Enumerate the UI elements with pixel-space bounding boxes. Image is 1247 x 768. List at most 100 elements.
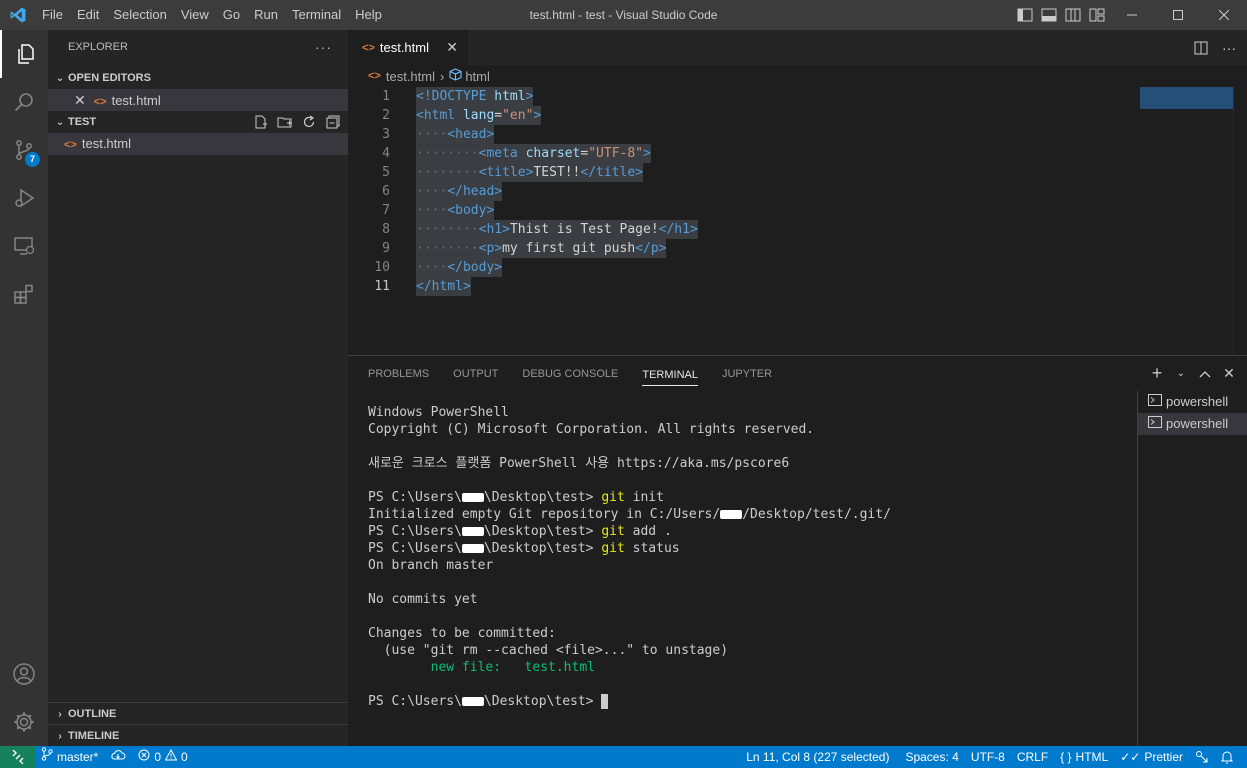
tab-terminal[interactable]: TERMINAL	[642, 356, 698, 386]
code-text: </html>	[416, 277, 471, 296]
terminal-line: Changes to be committed:	[368, 626, 556, 641]
redacted-username	[461, 527, 484, 536]
html-file-icon: <>	[64, 139, 77, 151]
chevron-down-icon[interactable]: ⌄	[1173, 366, 1189, 382]
menu-bar: File Edit Selection View Go Run Terminal…	[35, 0, 389, 30]
prettier-status[interactable]: ✓✓ Prettier	[1114, 746, 1189, 768]
file-name: test.html	[81, 136, 131, 151]
open-editor-item[interactable]: ✕ <> test.html	[48, 89, 348, 111]
outline-section[interactable]: › OUTLINE	[48, 702, 348, 724]
tab-jupyter[interactable]: JUPYTER	[722, 356, 772, 391]
folder-section-test[interactable]: ⌄ TEST	[48, 111, 348, 133]
folder-label: TEST	[68, 116, 97, 128]
file-item-test-html[interactable]: <> test.html	[48, 133, 348, 155]
code-line: 11 </html>	[348, 277, 1138, 296]
open-editors-section[interactable]: ⌄ OPEN EDITORS	[48, 67, 348, 89]
encoding[interactable]: UTF-8	[965, 746, 1011, 768]
scm-badge: 7	[25, 152, 40, 167]
close-editor-icon[interactable]: ✕	[74, 92, 86, 108]
line-number: 8	[382, 222, 390, 237]
menu-view[interactable]: View	[174, 0, 216, 30]
code-editor[interactable]: 1 <!DOCTYPE html> 2 <html lang="en"> 3 ····<h…	[348, 87, 1247, 355]
language-mode[interactable]: { } HTML	[1054, 746, 1114, 768]
breadcrumb-symbol[interactable]: html	[465, 69, 490, 84]
feedback-icon[interactable]	[1189, 746, 1215, 768]
terminal-line: On branch master	[368, 558, 494, 573]
search-icon[interactable]	[0, 78, 48, 126]
toggle-panel-icon[interactable]	[1039, 5, 1059, 25]
close-window-icon[interactable]	[1201, 0, 1247, 30]
line-number: 6	[382, 184, 390, 199]
tab-output[interactable]: OUTPUT	[453, 356, 498, 391]
menu-terminal[interactable]: Terminal	[285, 0, 348, 30]
maximize-icon[interactable]	[1155, 0, 1201, 30]
terminal-line: new file: test.html	[430, 660, 595, 675]
cursor-position[interactable]: Ln 11, Col 8 (227 selected)	[740, 746, 895, 768]
language-label: HTML	[1075, 750, 1109, 764]
close-tab-icon[interactable]: ✕	[446, 39, 458, 56]
notifications-bell-icon[interactable]	[1215, 746, 1239, 768]
toggle-sidebar-icon[interactable]	[1015, 5, 1035, 25]
terminal-name: powershell	[1166, 416, 1229, 431]
refresh-icon[interactable]	[300, 113, 318, 131]
breadcrumb: <> test.html › html	[348, 65, 1247, 87]
menu-edit[interactable]: Edit	[70, 0, 106, 30]
code-text: <html lang="en">	[416, 106, 542, 125]
menu-help[interactable]: Help	[348, 0, 389, 30]
customize-layout-icon[interactable]	[1087, 5, 1107, 25]
menu-selection[interactable]: Selection	[106, 0, 173, 30]
terminal-line: (use "git rm --cached <file>..." to unst…	[368, 643, 729, 658]
remote-explorer-icon[interactable]	[0, 222, 48, 270]
timeline-section[interactable]: › TIMELINE	[48, 724, 348, 746]
toggle-secondary-sidebar-icon[interactable]	[1063, 5, 1083, 25]
terminal-line: Initialized empty Git repository in C:/U…	[368, 507, 891, 522]
minimize-icon[interactable]	[1109, 0, 1155, 30]
terminal-item-active[interactable]: powershell	[1138, 413, 1247, 435]
source-control-icon[interactable]: 7	[0, 126, 48, 174]
maximize-panel-icon[interactable]	[1197, 366, 1213, 382]
split-editor-icon[interactable]	[1191, 38, 1211, 58]
code-line: 1 <!DOCTYPE html>	[348, 87, 1138, 106]
more-actions-icon[interactable]: ···	[1219, 38, 1239, 58]
new-terminal-icon[interactable]: +	[1149, 363, 1165, 383]
code-text: ········<title>TEST!!</title>	[416, 163, 644, 182]
menu-go[interactable]: Go	[216, 0, 247, 30]
explorer-icon[interactable]	[0, 30, 48, 78]
run-debug-icon[interactable]	[0, 174, 48, 222]
line-number: 10	[374, 260, 390, 275]
explorer-header: EXPLORER ···	[48, 30, 348, 65]
more-actions-icon[interactable]: ···	[315, 30, 332, 65]
tab-debug-console[interactable]: DEBUG CONSOLE	[522, 356, 618, 391]
new-file-icon[interactable]	[252, 113, 270, 131]
branch-indicator[interactable]: master*	[35, 746, 104, 768]
outline-label: OUTLINE	[68, 708, 117, 720]
branch-name: master*	[57, 750, 99, 764]
sync-indicator[interactable]	[104, 746, 132, 768]
remote-indicator-icon[interactable]	[0, 746, 35, 768]
menu-run[interactable]: Run	[247, 0, 285, 30]
settings-gear-icon[interactable]	[0, 698, 48, 746]
editor-scrollbar[interactable]	[1233, 87, 1247, 355]
breadcrumb-file[interactable]: test.html	[386, 69, 435, 84]
new-folder-icon[interactable]	[276, 113, 294, 131]
tab-problems[interactable]: PROBLEMS	[368, 356, 429, 391]
code-text: ········<p>my first git push</p>	[416, 239, 667, 258]
extensions-icon[interactable]	[0, 270, 48, 318]
menu-file[interactable]: File	[35, 0, 70, 30]
terminal-output[interactable]: Windows PowerShell Copyright (C) Microsof…	[368, 404, 1128, 710]
code-line: 2 <html lang="en">	[348, 106, 1138, 125]
line-ending[interactable]: CRLF	[1011, 746, 1054, 768]
status-right: Ln 11, Col 8 (227 selected) Spaces: 4 UT…	[740, 746, 1239, 768]
indentation[interactable]: Spaces: 4	[899, 746, 964, 768]
editor-tab-test-html[interactable]: <> test.html ✕	[348, 30, 468, 65]
minimap[interactable]	[1140, 87, 1233, 109]
status-bar: master* 0 0 Ln 11, Col 8 (227 selected) …	[0, 746, 1247, 768]
accounts-icon[interactable]	[0, 650, 48, 698]
terminal-item[interactable]: powershell	[1138, 391, 1247, 413]
collapse-all-icon[interactable]	[324, 113, 342, 131]
status-left: master* 0 0	[35, 746, 194, 768]
problems-indicator[interactable]: 0 0	[132, 746, 193, 768]
close-panel-icon[interactable]: ✕	[1221, 365, 1237, 382]
braces-icon: { }	[1060, 750, 1072, 764]
